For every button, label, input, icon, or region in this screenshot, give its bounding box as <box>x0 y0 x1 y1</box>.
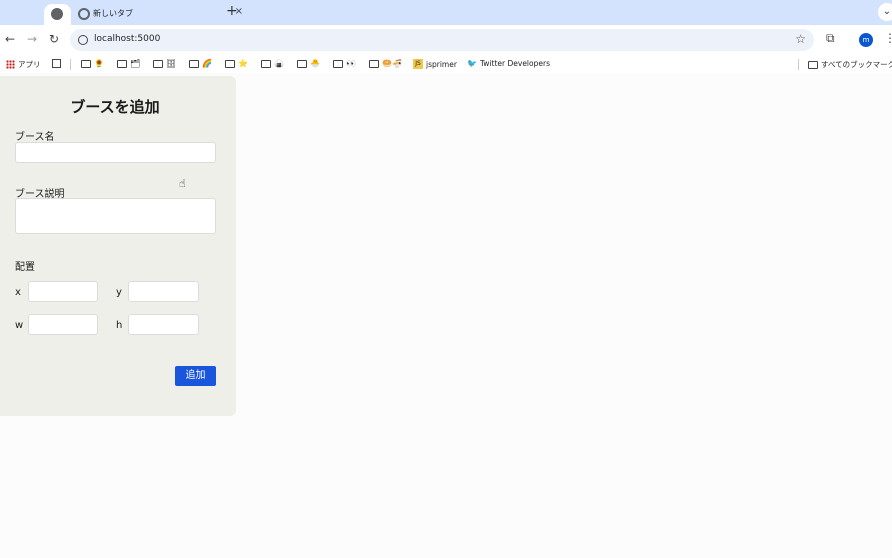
bookmark-folder-6[interactable]: 🍙 <box>261 59 284 68</box>
bookmark-emoji: 👀 <box>346 59 356 68</box>
folder-icon <box>117 59 127 68</box>
bookmark-emoji: 🍙 <box>274 59 284 68</box>
booth-description-input[interactable] <box>15 198 216 234</box>
folder-icon <box>369 59 379 68</box>
apps-icon <box>6 60 15 69</box>
extensions-icon[interactable]: ⧉ <box>826 31 835 46</box>
bookmark-folder-8[interactable]: 👀 <box>333 59 356 68</box>
w-label: w <box>15 320 24 331</box>
bookmark-emoji: ⭐ <box>238 59 248 68</box>
profile-avatar[interactable]: m <box>859 33 873 47</box>
x-label: x <box>15 287 21 298</box>
folder-icon <box>225 59 235 68</box>
bookmark-twitter-developers[interactable]: 🐦 Twitter Developers <box>467 59 550 68</box>
bookmark-folder-7[interactable]: 🐣 <box>297 59 320 68</box>
bookmark-emoji: 🌻 <box>94 59 104 68</box>
bookmark-folder-5[interactable]: ⭐ <box>225 59 248 68</box>
tab-title: 新しいタブ <box>93 9 133 18</box>
tab-bar: 新しいタブ × + ⌄ <box>0 0 892 25</box>
bookmark-label: すべてのブックマーク <box>821 60 892 69</box>
url-text[interactable]: localhost:5000 <box>94 34 160 44</box>
bookmark-emoji: 🗄 <box>166 59 177 68</box>
tab-new-tab[interactable]: 新しいタブ × <box>71 4 249 25</box>
address-bar[interactable]: localhost:5000 ☆ <box>70 29 814 51</box>
bookmark-folder-3[interactable]: 🗄 <box>153 59 176 68</box>
twitter-icon: 🐦 <box>467 59 477 68</box>
booth-name-label: ブース名 <box>15 132 55 143</box>
browser-toolbar: ← → ↻ localhost:5000 ☆ ⧉ m ⋮ <box>0 25 892 56</box>
site-info-icon[interactable] <box>78 35 88 45</box>
bookmark-folder-2[interactable]: 🗂 <box>117 59 140 68</box>
bookmark-emoji: 🥯🍜 <box>382 59 402 68</box>
back-button[interactable]: ← <box>5 32 15 46</box>
folder-icon <box>81 59 91 68</box>
browser-menu-icon[interactable]: ⋮ <box>884 31 892 45</box>
h-input[interactable] <box>128 314 199 335</box>
bookmark-folder-4[interactable]: 🌈 <box>189 59 212 68</box>
cursor-hand-icon: ☝ <box>179 177 186 190</box>
chevron-down-icon: ⌄ <box>882 6 892 17</box>
bookmark-folder-9[interactable]: 🥯🍜 <box>369 59 402 68</box>
folder-icon <box>153 59 163 68</box>
bookmark-apps[interactable]: アプリ <box>6 59 41 70</box>
w-input[interactable] <box>28 314 98 335</box>
bookmark-folder-1[interactable]: 🌻 <box>81 59 104 68</box>
y-input[interactable] <box>128 281 199 302</box>
forward-button[interactable]: → <box>27 32 37 46</box>
folder-icon <box>261 59 271 68</box>
chrome-icon <box>78 8 90 20</box>
bookmark-divider <box>70 59 71 70</box>
bookmark-emoji: 🗂 <box>130 59 141 68</box>
h-label: h <box>116 320 123 331</box>
tab-current[interactable] <box>44 4 71 25</box>
bookmark-emoji: 🌈 <box>202 59 212 68</box>
bookmark-label: jsprimer <box>426 59 457 69</box>
bookmark-star-icon[interactable]: ☆ <box>795 32 806 46</box>
bookmark-jsprimer[interactable]: JS jsprimer <box>413 59 457 69</box>
page-content: ブースを追加 ブース名 ブース説明 配置 x y w h 追加 ☝ <box>0 73 892 558</box>
panel-title: ブースを追加 <box>70 98 160 116</box>
add-booth-button[interactable]: 追加 <box>175 366 216 386</box>
bookmark-all-bookmarks[interactable]: すべてのブックマーク <box>808 59 892 70</box>
reload-button[interactable]: ↻ <box>49 32 59 46</box>
bookmark-label: アプリ <box>18 60 41 69</box>
bookmark-grid[interactable] <box>52 59 61 68</box>
placement-label: 配置 <box>15 262 35 273</box>
booth-name-input[interactable] <box>15 142 216 163</box>
x-input[interactable] <box>28 281 98 302</box>
js-icon: JS <box>413 59 423 69</box>
add-booth-panel: ブースを追加 ブース名 ブース説明 配置 x y w h 追加 <box>0 76 236 416</box>
chrome-icon <box>51 8 63 20</box>
folder-icon <box>333 59 343 68</box>
folder-icon <box>297 59 307 68</box>
bookmarks-bar: アプリ 🌻 🗂 🗄 🌈 ⭐ 🍙 🐣 👀 🥯🍜 JS jsprimer 🐦 Twi… <box>0 56 892 73</box>
grid-icon <box>52 59 61 68</box>
y-label: y <box>116 287 122 298</box>
bookmark-emoji: 🐣 <box>310 59 320 68</box>
bookmark-divider <box>798 59 799 70</box>
folder-icon <box>189 59 199 68</box>
folder-icon <box>808 60 818 69</box>
bookmark-label: Twitter Developers <box>479 59 550 68</box>
new-tab-button[interactable]: + <box>226 4 238 18</box>
tab-search-button[interactable]: ⌄ <box>878 3 892 21</box>
